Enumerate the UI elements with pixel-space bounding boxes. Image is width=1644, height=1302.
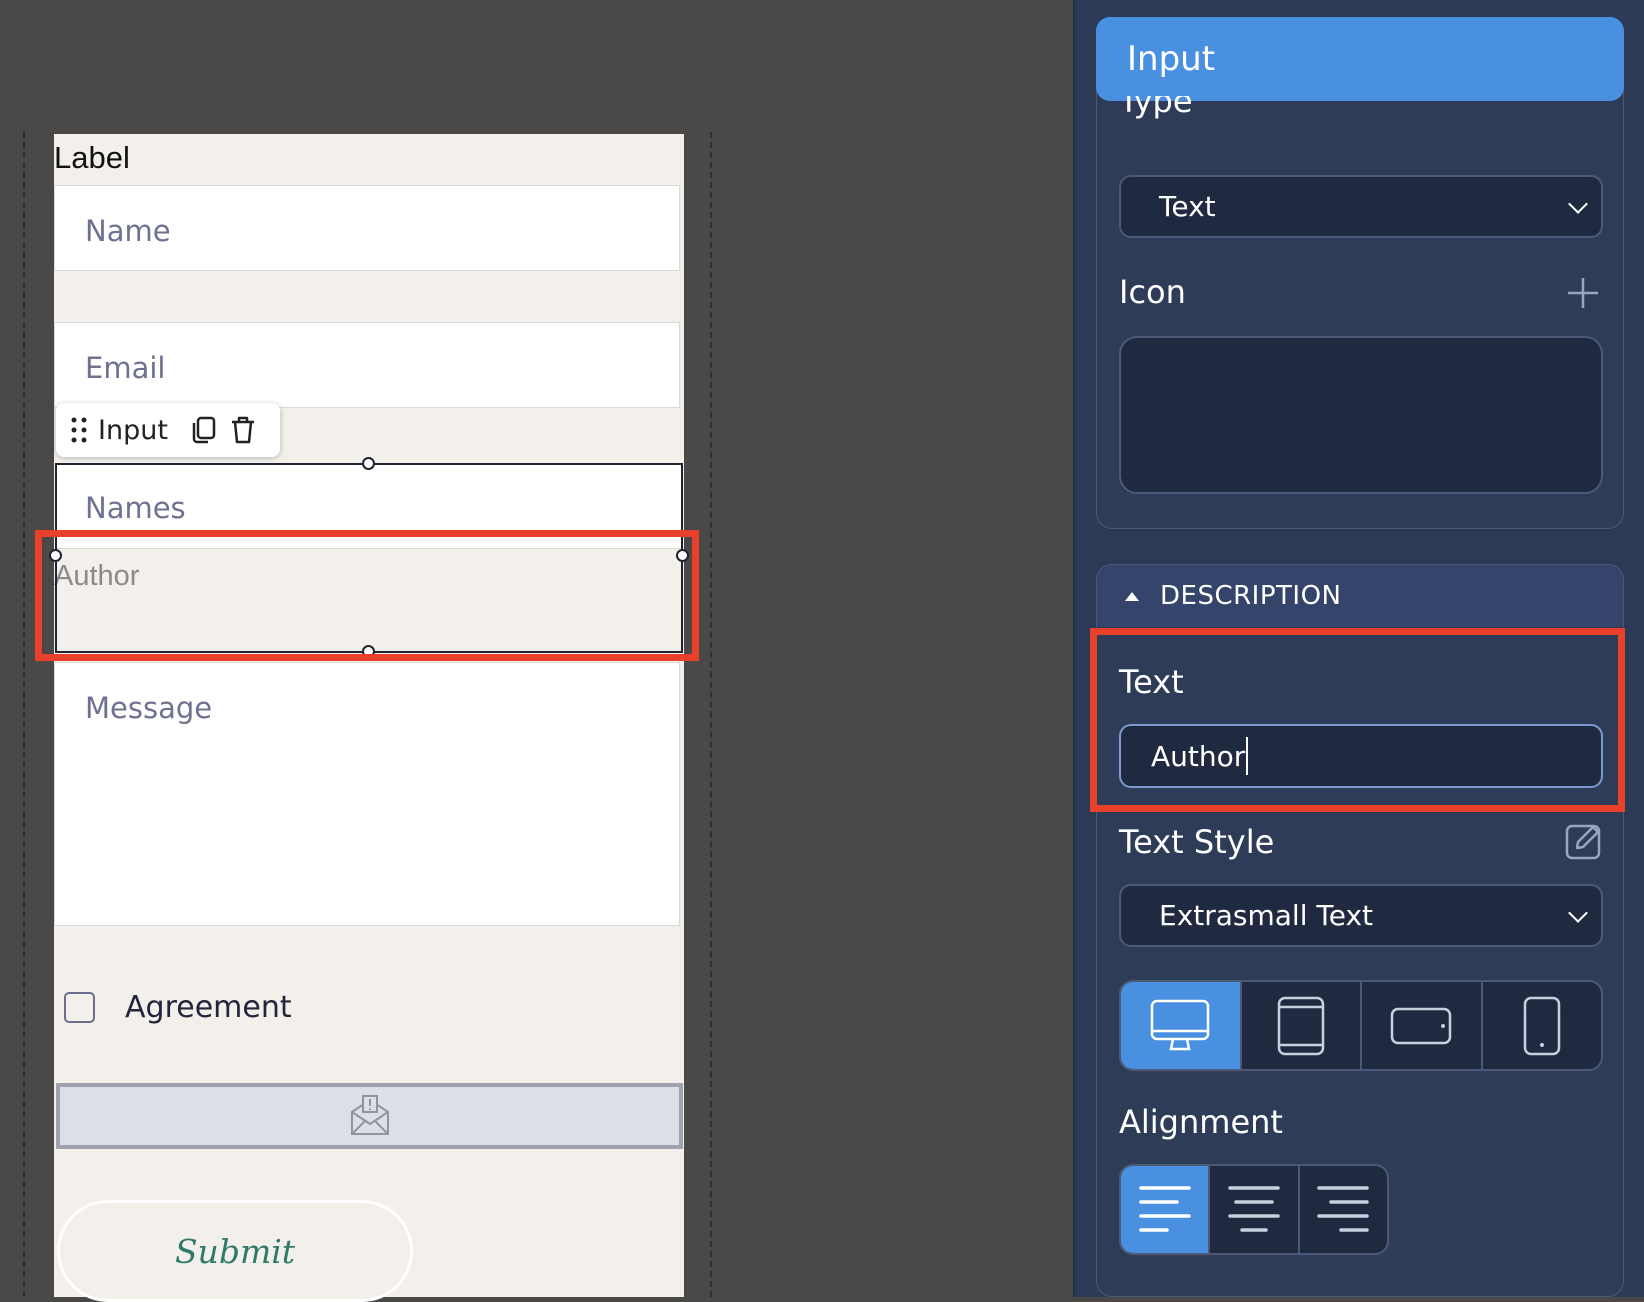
device-desktop-button[interactable] bbox=[1121, 982, 1242, 1069]
caret-up-icon bbox=[1125, 592, 1139, 601]
desktop-icon bbox=[1151, 999, 1210, 1050]
chevron-down-icon bbox=[1568, 902, 1588, 923]
tablet-icon bbox=[1277, 996, 1324, 1055]
message-textarea[interactable]: Message bbox=[54, 662, 680, 926]
text-style-select-value: Extrasmall Text bbox=[1159, 899, 1374, 932]
align-center-icon bbox=[1228, 1185, 1280, 1232]
mail-alert-icon bbox=[350, 1095, 389, 1135]
add-icon[interactable] bbox=[1566, 276, 1600, 310]
edit-icon[interactable] bbox=[1565, 822, 1603, 860]
email-input[interactable]: Email bbox=[54, 322, 680, 408]
description-section-title: DESCRIPTION bbox=[1160, 581, 1342, 611]
chevron-down-icon bbox=[1568, 193, 1588, 214]
captcha-placeholder bbox=[56, 1083, 683, 1149]
type-select[interactable]: Text bbox=[1119, 175, 1603, 238]
name-placeholder: Name bbox=[85, 214, 171, 248]
layout-guide-right bbox=[710, 132, 712, 1297]
device-phone-button[interactable] bbox=[1483, 982, 1602, 1069]
text-style-select[interactable]: Extrasmall Text bbox=[1119, 884, 1603, 947]
type-label-text: Type bbox=[1119, 96, 1193, 120]
agreement-checkbox[interactable] bbox=[64, 992, 95, 1023]
type-label: Type bbox=[1119, 96, 1419, 136]
highlight-box-text bbox=[1090, 628, 1625, 812]
message-placeholder: Message bbox=[85, 691, 213, 725]
resize-handle-top[interactable] bbox=[362, 457, 375, 470]
align-left-icon bbox=[1138, 1185, 1191, 1232]
device-tablet-landscape-button[interactable] bbox=[1362, 982, 1483, 1069]
form-label: Label bbox=[54, 140, 130, 175]
icon-picker-box[interactable] bbox=[1119, 336, 1603, 494]
trash-icon[interactable] bbox=[228, 415, 258, 445]
submit-button[interactable]: Submit bbox=[57, 1200, 413, 1302]
device-switcher bbox=[1119, 980, 1603, 1071]
submit-label: Submit bbox=[174, 1231, 296, 1271]
type-select-value: Text bbox=[1159, 190, 1216, 223]
layout-guide-left bbox=[23, 132, 25, 1297]
description-card-header[interactable]: DESCRIPTION bbox=[1097, 565, 1623, 627]
tablet-landscape-icon bbox=[1391, 1007, 1452, 1044]
email-placeholder: Email bbox=[85, 351, 166, 385]
panel-header-title: Input bbox=[1127, 39, 1216, 79]
element-toolbar: Input bbox=[56, 403, 280, 457]
align-left-button[interactable] bbox=[1121, 1166, 1211, 1253]
panel-header[interactable]: Input bbox=[1096, 17, 1624, 101]
highlight-box-author bbox=[35, 530, 699, 661]
alignment-switcher bbox=[1119, 1164, 1389, 1255]
align-center-button[interactable] bbox=[1210, 1166, 1300, 1253]
toolbar-element-label: Input bbox=[98, 414, 168, 446]
alignment-label: Alignment bbox=[1119, 1103, 1283, 1141]
align-right-button[interactable] bbox=[1300, 1166, 1387, 1253]
device-tablet-button[interactable] bbox=[1242, 982, 1362, 1069]
text-style-label: Text Style bbox=[1119, 823, 1275, 861]
phone-icon bbox=[1523, 996, 1560, 1055]
agreement-label: Agreement bbox=[125, 990, 292, 1025]
align-right-icon bbox=[1317, 1185, 1370, 1232]
drag-handle-icon[interactable] bbox=[70, 416, 88, 444]
icon-label: Icon bbox=[1119, 273, 1186, 311]
name-input[interactable]: Name bbox=[54, 185, 680, 271]
duplicate-icon[interactable] bbox=[190, 415, 218, 445]
